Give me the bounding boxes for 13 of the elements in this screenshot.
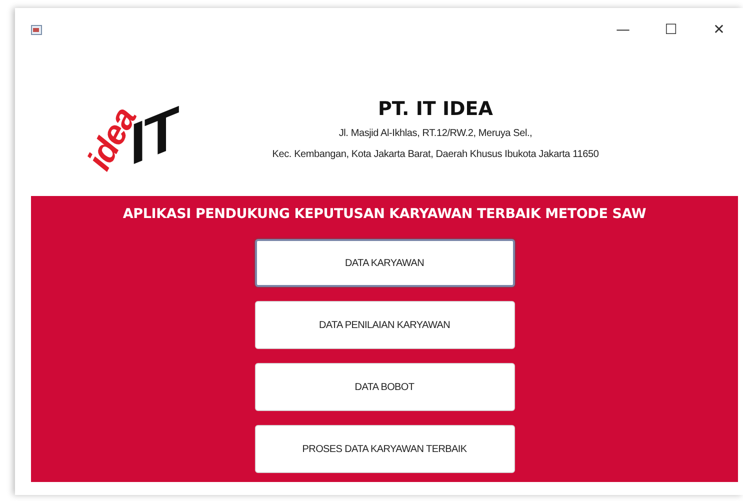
minimize-button[interactable]: — xyxy=(599,8,647,52)
menu-button[interactable]: DATA KARYAWAN xyxy=(254,239,514,287)
menu-button[interactable]: DATA PENILAIAN KARYAWAN xyxy=(254,301,514,349)
menu-button[interactable]: DATA BOBOT xyxy=(254,363,514,411)
app-title: APLIKASI PENDUKUNG KEPUTUSAN KARYAWAN TERBAIK METODE SAW xyxy=(122,206,646,222)
address-line: Jl. Masjid Al-Ikhlas, RT.12/RW.2, Meruya Sel., xyxy=(338,128,532,139)
app-icon xyxy=(31,24,43,36)
menu-button[interactable]: PROSES DATA KARYAWAN TERBAIK xyxy=(254,425,514,473)
company-name: PT. IT IDEA xyxy=(378,98,493,120)
company-logo: idea IT xyxy=(88,93,179,181)
close-button[interactable]: ✕ xyxy=(695,8,743,52)
address-line: Kec. Kembangan, Kota Jakarta Barat, Daerah Khusus Ibukota Jakarta 11650 xyxy=(272,149,599,160)
maximize-button[interactable]: ☐ xyxy=(647,8,695,52)
